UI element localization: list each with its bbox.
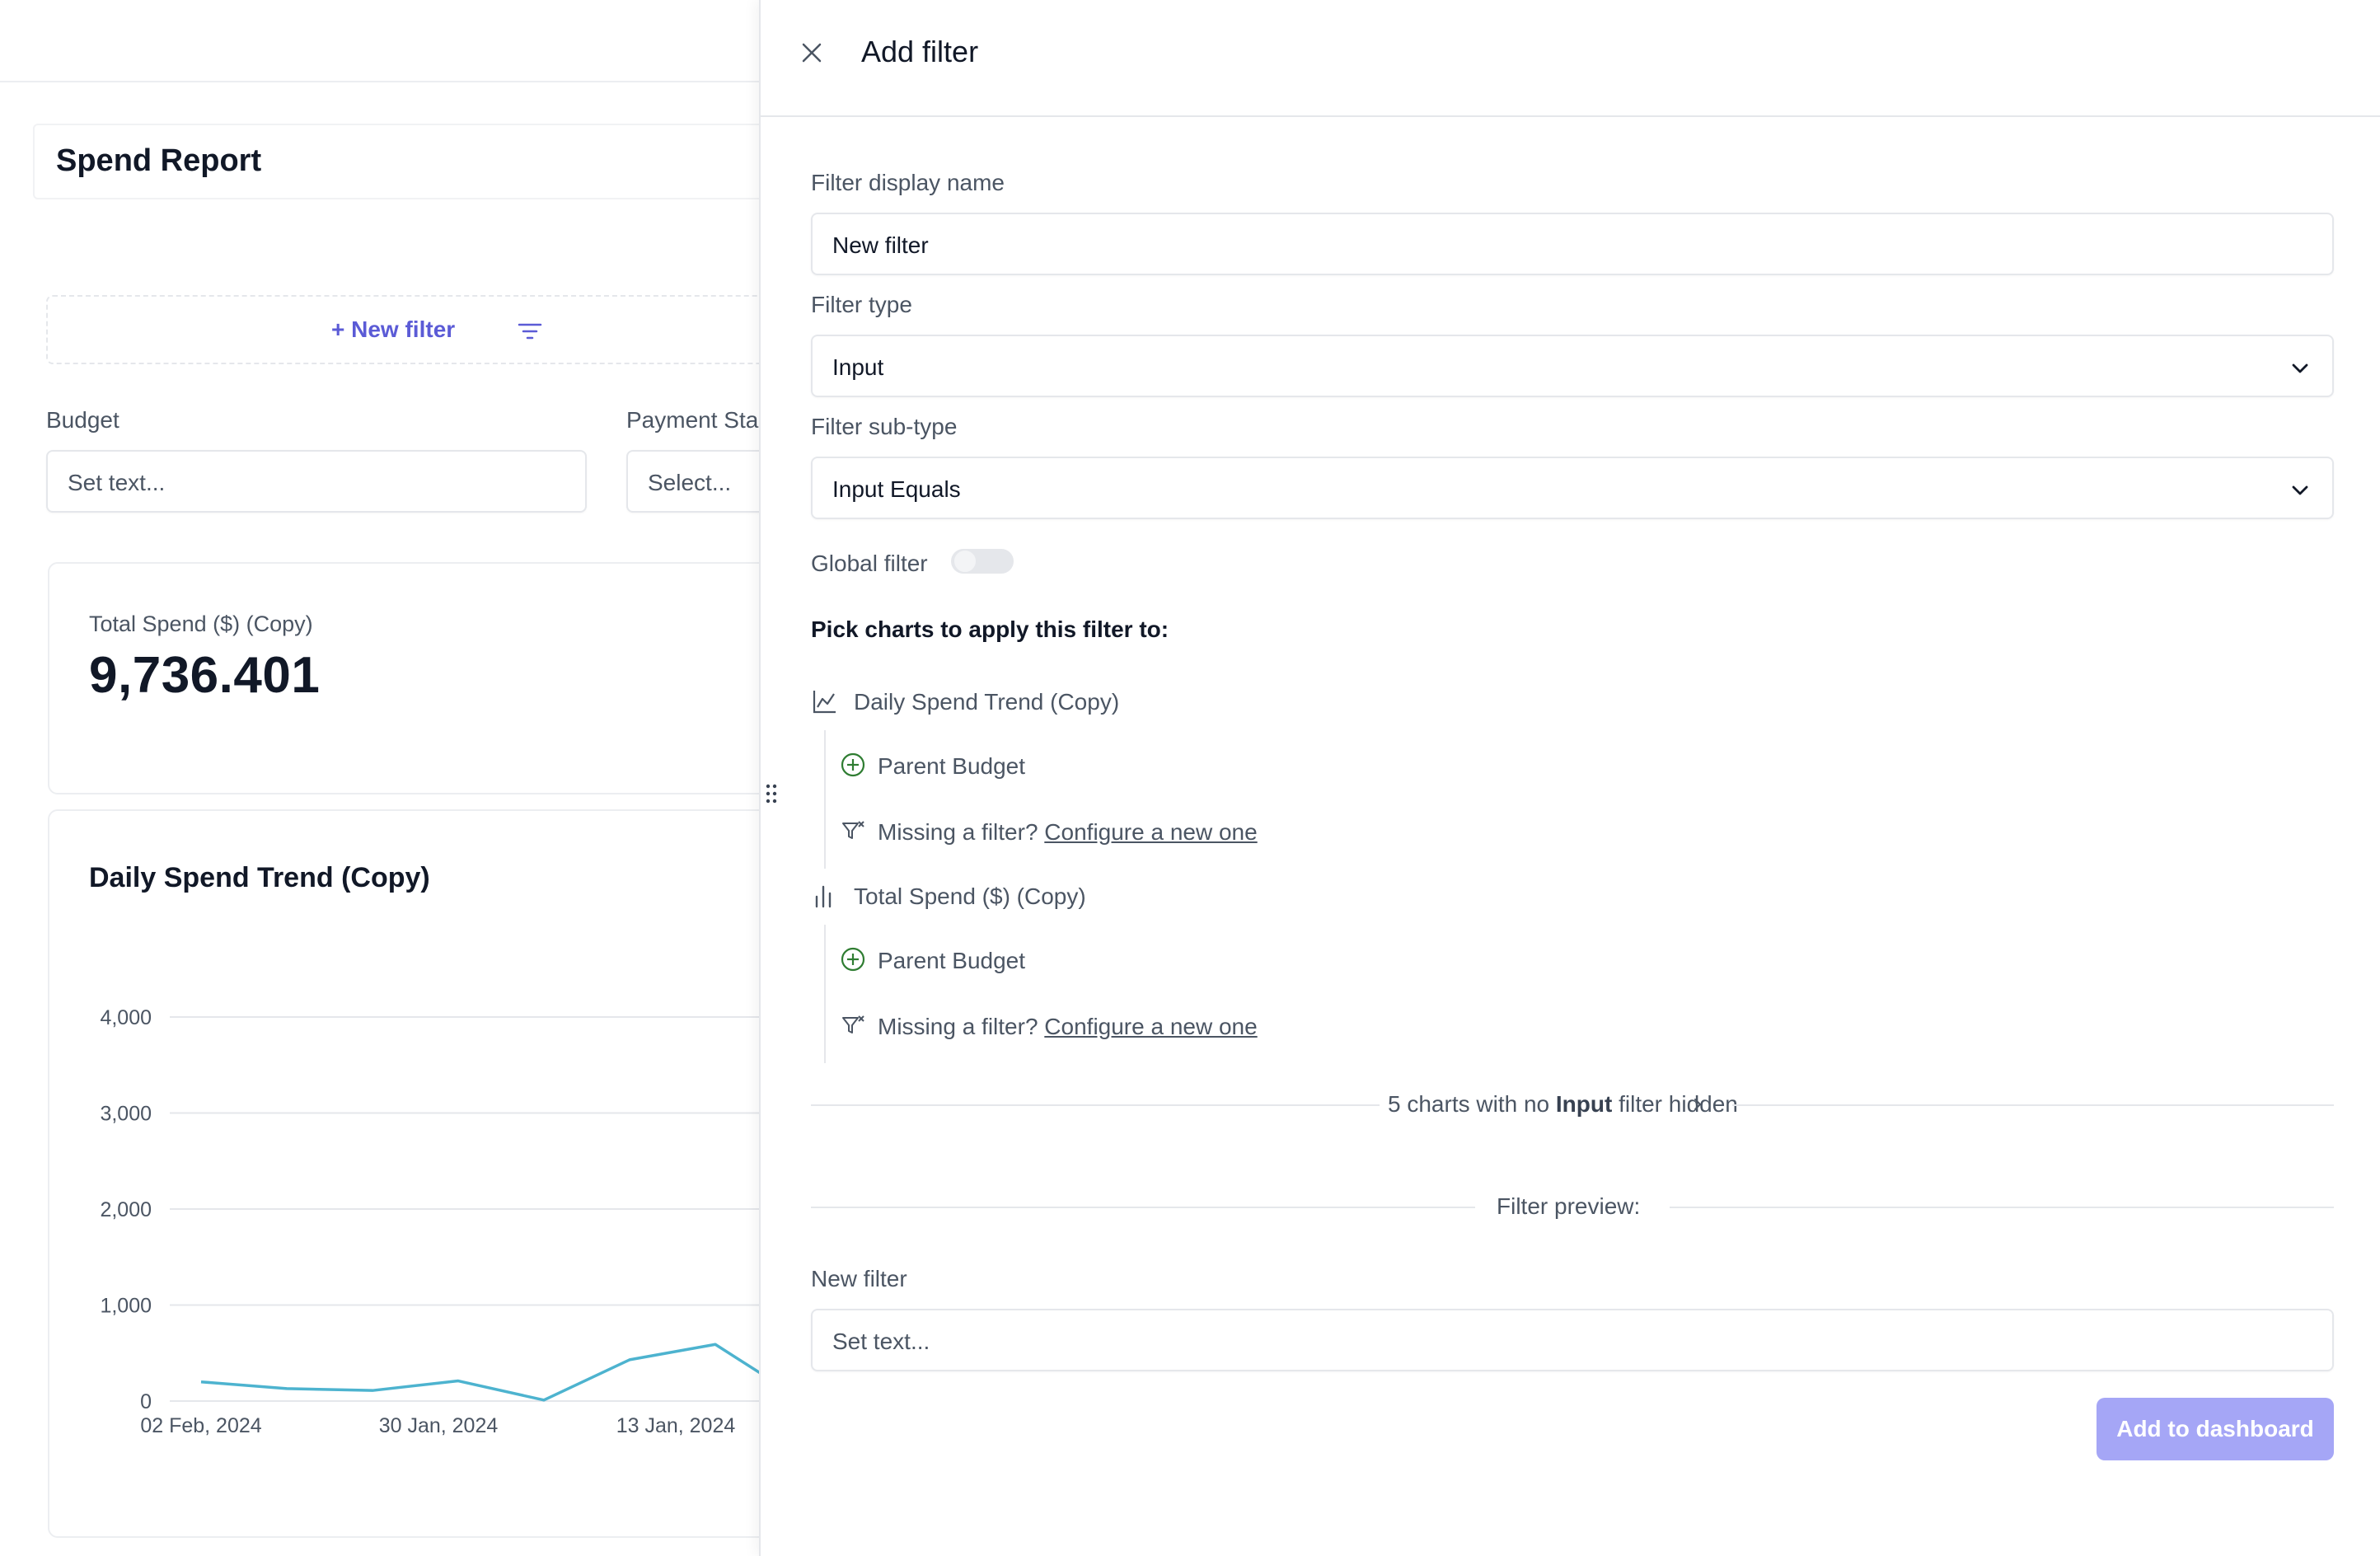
bar-chart-icon [811,882,839,910]
filter-type-label: Filter type [811,292,912,318]
chevron-down-icon [2289,480,2311,501]
filter-preview-divider: Filter preview: [811,1190,2334,1223]
toggle-knob [953,549,977,574]
display-name-value: New filter [832,232,929,259]
filter-type-value: Input [832,354,883,381]
parent-budget-label: Parent Budget [878,753,1025,780]
panel-title: Add filter [861,35,978,69]
series-line [201,1344,759,1400]
hidden-charts-row[interactable]: 5 charts with no Input filter hidden [811,1088,2334,1121]
filter-subtype-select[interactable]: Input Equals [811,457,2334,519]
y-tick-label: 4,000 [100,1006,152,1029]
y-tick-label: 0 [140,1390,152,1413]
kpi-card: Total Spend ($) (Copy) 9,736.401 [48,562,759,794]
tree-line [824,730,826,869]
filter-lines-icon [518,321,542,341]
hidden-suffix: filter hidden [1619,1091,1738,1117]
budget-filter-placeholder: Set text... [68,470,165,496]
plus-circle-icon [840,946,866,972]
kpi-value: 9,736.401 [89,646,320,705]
chevron-down-icon [2289,358,2311,379]
new-filter-button[interactable]: + New filter [46,295,759,364]
chevron-right-icon [1689,1096,1706,1113]
hidden-prefix: 5 charts with no [1388,1091,1549,1117]
chart-name: Daily Spend Trend (Copy) [854,689,1119,715]
preview-field-label: New filter [811,1266,907,1292]
missing-filter-text: Missing a filter? Configure a new one [878,819,1258,846]
divider-line [1732,1104,2334,1106]
kpi-label: Total Spend ($) (Copy) [89,612,313,637]
trend-chart-card: Daily Spend Trend (Copy) 4,0003,0002,000… [48,809,759,1538]
trend-line-chart: 4,000 3,000 2,000 1,000 002 Feb, 2024 30 Jan,… [49,811,759,1540]
y-tick-label: 1,000 [100,1295,152,1318]
add-to-dashboard-label: Add to dashboard [2097,1416,2334,1442]
preview-input[interactable]: Set text... [811,1309,2334,1371]
divider-line [811,1207,1475,1208]
add-filter-panel: Add filter Filter display name New filte… [759,0,2380,1556]
report-title: Spend Report [56,143,261,179]
global-filter-label: Global filter [811,551,928,577]
panel-header: Add filter [761,0,2380,117]
filter-preview-label: Filter preview: [1497,1193,1640,1220]
hidden-charts-text: 5 charts with no Input filter hidden [1388,1091,1738,1118]
filter-x-icon [840,818,866,844]
preview-placeholder: Set text... [832,1329,930,1355]
divider-line [1670,1207,2334,1208]
chart-name: Total Spend ($) (Copy) [854,883,1086,910]
y-tick-label: 2,000 [100,1198,152,1221]
budget-filter-label: Budget [46,407,119,434]
payment-status-filter-select[interactable]: Select... [626,450,759,513]
y-tick-label: 3,000 [100,1103,152,1126]
x-tick-label: 30 Jan, 2024 [379,1414,499,1437]
missing-filter-prefix: Missing a filter? [878,1014,1038,1039]
close-icon[interactable] [795,36,828,69]
tree-line [824,925,826,1063]
x-tick-label: 02 Feb, 2024 [140,1414,261,1437]
global-filter-toggle[interactable] [951,549,1014,574]
add-to-dashboard-button[interactable]: Add to dashboard [2097,1398,2334,1460]
filter-subtype-value: Input Equals [832,476,961,503]
filter-type-select[interactable]: Input [811,335,2334,397]
budget-filter-input[interactable]: Set text... [46,450,587,513]
configure-new-link[interactable]: Configure a new one [1044,1014,1257,1039]
dashboard-background: Spend Report + New filter Budget Set tex… [0,0,759,1556]
missing-filter-text: Missing a filter? Configure a new one [878,1014,1258,1040]
filter-subtype-label: Filter sub-type [811,414,957,440]
display-name-input[interactable]: New filter [811,213,2334,275]
payment-status-filter-label: Payment Sta [626,407,758,434]
plus-circle-icon [840,752,866,778]
missing-filter-prefix: Missing a filter? [878,819,1038,845]
line-chart-icon [811,687,839,715]
pick-charts-title: Pick charts to apply this filter to: [811,616,1169,643]
hidden-bold: Input [1556,1091,1612,1117]
top-bar [0,0,759,82]
drag-handle-icon[interactable] [763,783,780,804]
configure-new-link[interactable]: Configure a new one [1044,819,1257,845]
filter-x-icon [840,1012,866,1038]
payment-status-placeholder: Select... [648,470,731,496]
x-tick-label: 13 Jan, 2024 [616,1414,736,1437]
display-name-label: Filter display name [811,170,1005,196]
new-filter-label: + New filter [331,316,455,343]
parent-budget-label: Parent Budget [878,948,1025,974]
divider-line [811,1104,1380,1106]
report-title-card: Spend Report [33,124,759,199]
